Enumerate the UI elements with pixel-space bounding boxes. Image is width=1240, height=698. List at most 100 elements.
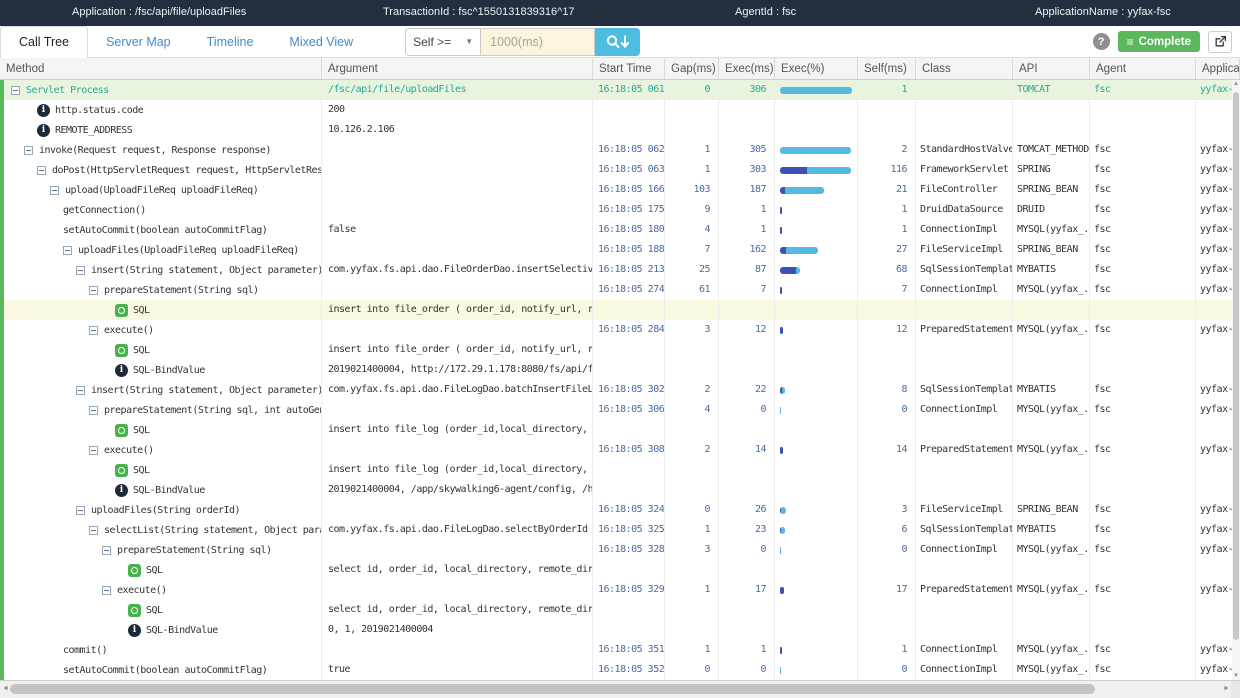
tree-row[interactable]: execute()16:18:05 32911717PreparedStatem… xyxy=(0,580,1240,600)
start-time-cell: 16:18:05 328 xyxy=(593,540,665,560)
collapse-toggle-icon[interactable] xyxy=(50,186,59,195)
collapse-toggle-icon[interactable] xyxy=(89,286,98,295)
tree-row[interactable]: iREMOTE_ADDRESS10.126.2.106 xyxy=(0,120,1240,140)
help-icon[interactable]: ? xyxy=(1093,33,1110,50)
tree-row[interactable]: SQLinsert into file_log (order_id,local_… xyxy=(0,460,1240,480)
tree-row[interactable]: SQLselect id, order_id, local_directory,… xyxy=(0,560,1240,580)
exec-cell: 162 xyxy=(719,240,775,260)
toolbar-right-group: ? ≡ Complete xyxy=(1093,26,1240,57)
api-cell: MYBATIS xyxy=(1013,260,1090,280)
tree-row[interactable]: Servlet Process/fsc/api/file/uploadFiles… xyxy=(0,80,1240,100)
horizontal-scrollbar[interactable]: ◄ ► xyxy=(0,680,1240,698)
collapse-toggle-icon[interactable] xyxy=(24,146,33,155)
collapse-toggle-icon[interactable] xyxy=(89,406,98,415)
horizontal-scroll-thumb[interactable] xyxy=(10,684,1095,694)
column-header-gap[interactable]: Gap(ms) xyxy=(665,58,719,79)
collapse-toggle-icon[interactable] xyxy=(89,526,98,535)
tree-row[interactable]: setAutoCommit(boolean autoCommitFlag)tru… xyxy=(0,660,1240,680)
collapse-toggle-icon[interactable] xyxy=(37,166,46,175)
tree-row[interactable]: prepareStatement(String sql, int autoGen… xyxy=(0,400,1240,420)
collapse-toggle-icon[interactable] xyxy=(102,546,111,555)
tree-row[interactable]: SQLinsert into file_order ( order_id, no… xyxy=(0,340,1240,360)
tree-row[interactable]: prepareStatement(String sql)16:18:05 274… xyxy=(0,280,1240,300)
tree-row[interactable]: invoke(Request request, Response respons… xyxy=(0,140,1240,160)
vertical-scrollbar[interactable]: ▲ ▼ xyxy=(1232,80,1240,680)
collapse-toggle-icon[interactable] xyxy=(89,326,98,335)
tree-row[interactable]: upload(UploadFileReq uploadFileReq)16:18… xyxy=(0,180,1240,200)
start-time-cell: 16:18:05 063 xyxy=(593,160,665,180)
open-in-new-window-button[interactable] xyxy=(1208,31,1232,53)
complete-button[interactable]: ≡ Complete xyxy=(1118,31,1200,52)
collapse-toggle-icon[interactable] xyxy=(11,86,20,95)
scroll-left-arrow-icon[interactable]: ◄ xyxy=(2,685,9,692)
self-cell: 1 xyxy=(858,220,916,240)
tab-call-tree[interactable]: Call Tree xyxy=(0,26,88,58)
class-cell: SqlSessionTemplate xyxy=(916,520,1013,540)
tree-row[interactable]: execute()16:18:05 28431212PreparedStatem… xyxy=(0,320,1240,340)
scroll-right-arrow-icon[interactable]: ► xyxy=(1223,685,1230,692)
collapse-toggle-icon[interactable] xyxy=(89,446,98,455)
tree-row[interactable]: SQLselect id, order_id, local_directory,… xyxy=(0,600,1240,620)
tree-row[interactable]: prepareStatement(String sql) 16:18:05 328… xyxy=(0,540,1240,560)
method-label: setAutoCommit(boolean autoCommitFlag) xyxy=(63,221,267,240)
exec-percent-bar xyxy=(780,287,782,294)
column-header-application[interactable]: Application xyxy=(1196,58,1240,79)
tab-timeline[interactable]: Timeline xyxy=(189,26,272,57)
collapse-toggle-icon[interactable] xyxy=(76,386,85,395)
argument-cell: 10.126.2.106 xyxy=(322,120,593,140)
column-header-exec-percent[interactable]: Exec(%) xyxy=(775,58,858,79)
tree-row[interactable]: iSQL-BindValue2019021400004, /app/skywal… xyxy=(0,480,1240,500)
tree-row[interactable]: iSQL-BindValue0, 1, 2019021400004 xyxy=(0,620,1240,640)
method-cell: SQL xyxy=(4,460,322,480)
api-cell xyxy=(1013,420,1090,440)
api-cell: MYSQL(yyfax_... xyxy=(1013,320,1090,340)
filter-type-select[interactable]: Self >= ▼ xyxy=(405,28,481,56)
tree-row[interactable]: uploadFiles(UploadFileReq uploadFileReq)… xyxy=(0,240,1240,260)
self-cell: 27 xyxy=(858,240,916,260)
tree-row[interactable]: selectList(String statement, Object para… xyxy=(0,520,1240,540)
column-header-agent[interactable]: Agent xyxy=(1090,58,1196,79)
list-icon: ≡ xyxy=(1127,35,1134,49)
tree-row[interactable]: commit()16:18:05 351111ConnectionImplMYS… xyxy=(0,640,1240,660)
collapse-toggle-icon[interactable] xyxy=(63,246,72,255)
tree-row[interactable]: doPost(HttpServletRequest request, HttpS… xyxy=(0,160,1240,180)
start-time-cell: 16:18:05 061 xyxy=(593,80,665,100)
tree-row[interactable]: setAutoCommit(boolean autoCommitFlag)fal… xyxy=(0,220,1240,240)
argument-cell: com.yyfax.fs.api.dao.FileOrderDao.insert… xyxy=(322,260,593,280)
search-threshold-input[interactable] xyxy=(481,28,595,56)
column-header-start-time[interactable]: Start Time xyxy=(593,58,665,79)
tree-row[interactable]: iSQL-BindValue2019021400004, http://172.… xyxy=(0,360,1240,380)
column-header-self[interactable]: Self(ms) xyxy=(858,58,916,79)
column-header-argument[interactable]: Argument xyxy=(322,58,593,79)
column-header-class[interactable]: Class xyxy=(916,58,1013,79)
sql-icon xyxy=(115,424,128,437)
column-header-api[interactable]: API xyxy=(1013,58,1090,79)
tree-row[interactable]: SQLinsert into file_order ( order_id, no… xyxy=(0,300,1240,320)
tab-server-map[interactable]: Server Map xyxy=(88,26,189,57)
scroll-up-arrow-icon[interactable]: ▲ xyxy=(1232,81,1240,87)
exec-cell: 0 xyxy=(719,400,775,420)
method-cell: prepareStatement(String sql) xyxy=(4,540,322,560)
column-header-exec[interactable]: Exec(ms) xyxy=(719,58,775,79)
exec-cell xyxy=(719,560,775,580)
tree-row[interactable]: insert(String statement, Object paramete… xyxy=(0,260,1240,280)
tree-row[interactable]: SQLinsert into file_log (order_id,local_… xyxy=(0,420,1240,440)
column-header-method[interactable]: Method xyxy=(0,58,322,79)
search-button[interactable] xyxy=(595,28,640,56)
tree-row[interactable]: getConnection()16:18:05 175911DruidDataS… xyxy=(0,200,1240,220)
collapse-toggle-icon[interactable] xyxy=(76,266,85,275)
collapse-toggle-icon[interactable] xyxy=(76,506,85,515)
tree-row[interactable]: ihttp.status.code200 xyxy=(0,100,1240,120)
api-cell xyxy=(1013,600,1090,620)
tree-row[interactable]: execute()16:18:05 30821414PreparedStatem… xyxy=(0,440,1240,460)
complete-label: Complete xyxy=(1139,36,1191,48)
scroll-down-arrow-icon[interactable]: ▼ xyxy=(1232,673,1240,679)
collapse-toggle-icon[interactable] xyxy=(102,586,111,595)
tree-row[interactable]: insert(String statement, Object paramete… xyxy=(0,380,1240,400)
vertical-scroll-thumb[interactable] xyxy=(1233,92,1239,640)
class-cell xyxy=(916,600,1013,620)
tree-row[interactable]: uploadFiles(String orderId)16:18:05 3240… xyxy=(0,500,1240,520)
start-time-cell: 16:18:05 180 xyxy=(593,220,665,240)
tab-mixed-view[interactable]: Mixed View xyxy=(271,26,371,57)
exec-percent-cell xyxy=(775,240,858,260)
